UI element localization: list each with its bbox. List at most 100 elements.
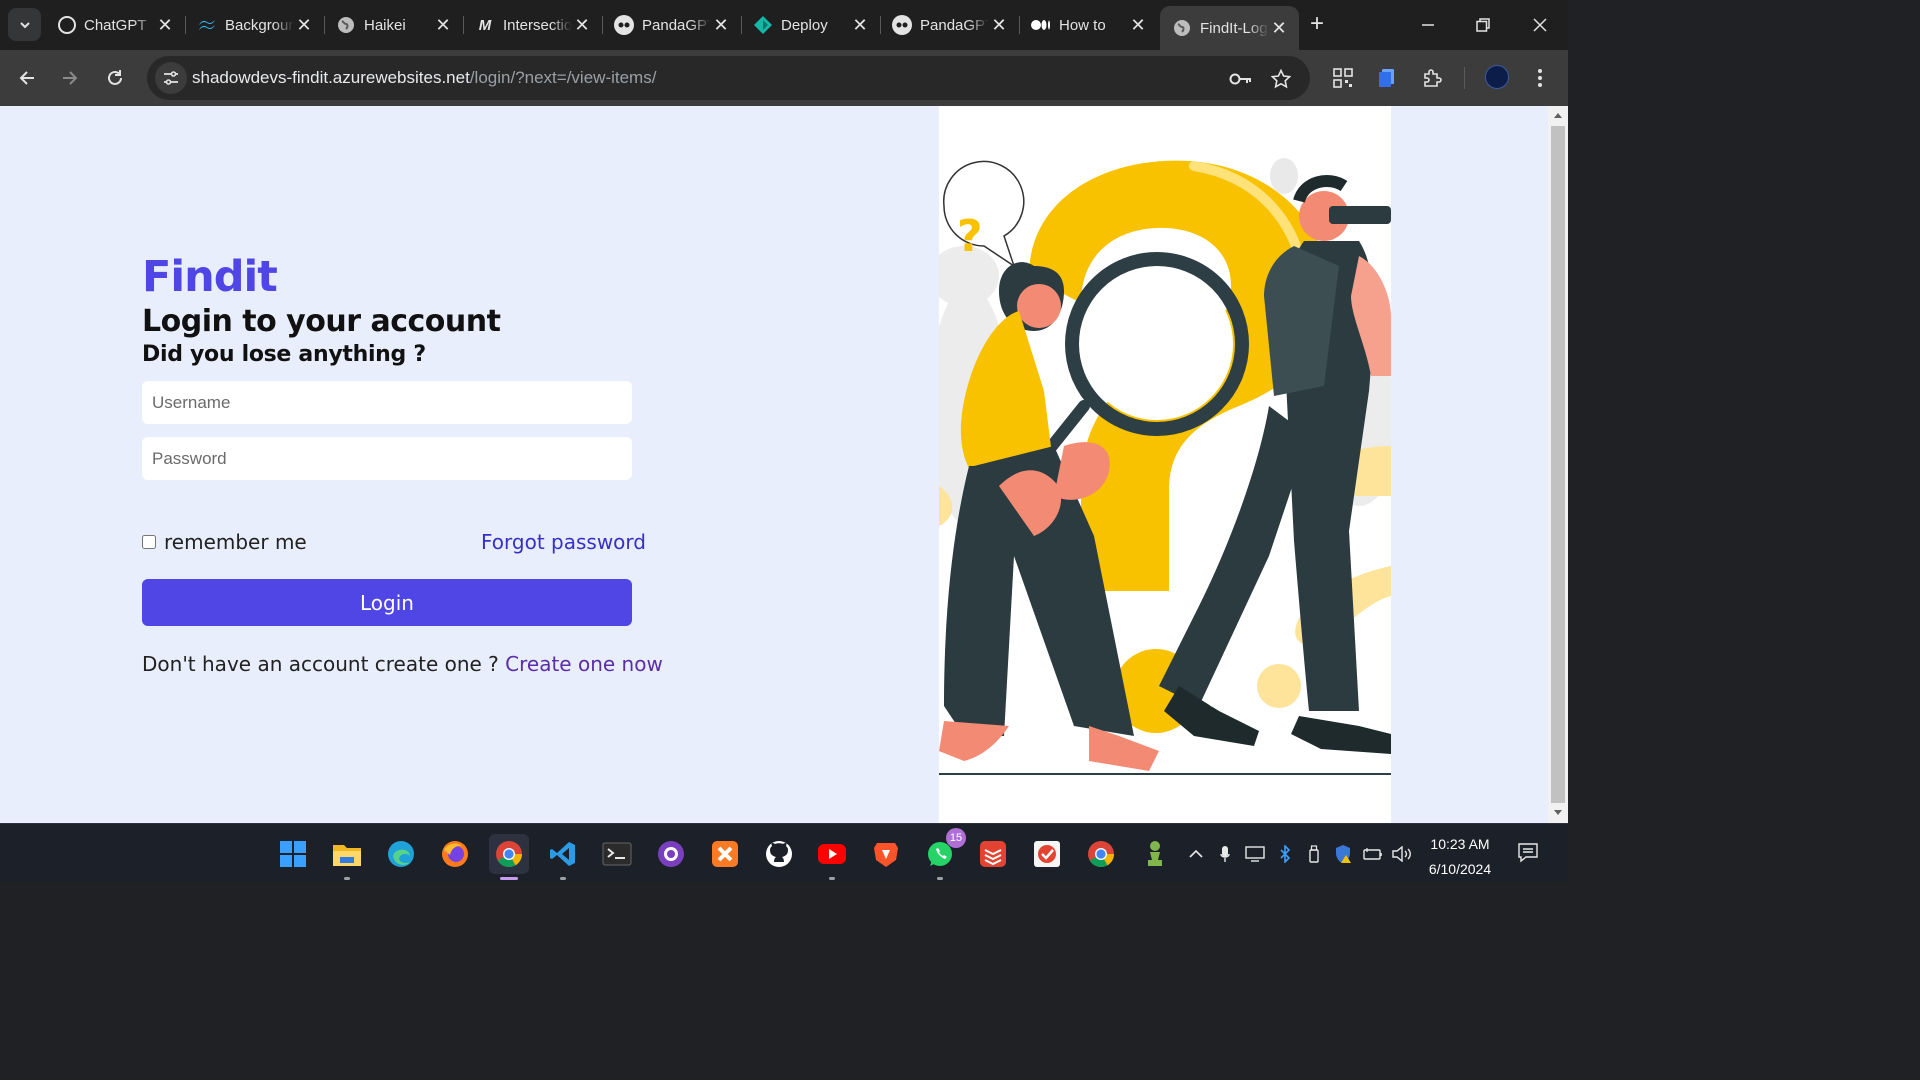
username-input[interactable] bbox=[142, 381, 632, 424]
system-clock[interactable]: 10:23 AM 6/10/2024 bbox=[1420, 832, 1500, 882]
tab-pandagpt-2[interactable]: PandaGPT ✕ bbox=[880, 6, 1019, 44]
bluetooth-tray[interactable] bbox=[1275, 844, 1295, 864]
taskbar-tasks[interactable] bbox=[1027, 834, 1067, 874]
tab-title: How to bbox=[1059, 16, 1106, 34]
remember-me-checkbox[interactable] bbox=[142, 535, 156, 549]
forgot-password-link[interactable]: Forgot password bbox=[481, 530, 646, 554]
tab-title: Intersection bbox=[503, 16, 572, 34]
network-tray[interactable] bbox=[1245, 844, 1265, 864]
tab-background[interactable]: Background ✕ bbox=[185, 6, 324, 44]
panda-icon bbox=[892, 15, 912, 35]
tab-how-to[interactable]: How to ✕ bbox=[1019, 6, 1158, 44]
taskbar-edge[interactable] bbox=[381, 834, 421, 874]
create-account-link[interactable]: Create one now bbox=[505, 652, 663, 676]
notification-center-button[interactable] bbox=[1517, 842, 1539, 864]
close-icon[interactable]: ✕ bbox=[433, 15, 453, 35]
scrollbar-thumb[interactable] bbox=[1551, 126, 1565, 803]
github-icon bbox=[766, 841, 792, 867]
taskbar-vscode[interactable] bbox=[543, 834, 583, 880]
extensions-button[interactable] bbox=[1419, 65, 1445, 91]
forward-button[interactable] bbox=[54, 62, 86, 94]
defender-tray[interactable] bbox=[1333, 844, 1353, 864]
windows-taskbar: 15 10:23 AM 6/10/2024 bbox=[0, 823, 1568, 882]
close-icon[interactable]: ✕ bbox=[294, 15, 314, 35]
minimize-button[interactable] bbox=[1413, 10, 1443, 40]
page-scrollbar[interactable] bbox=[1548, 106, 1568, 823]
tab-title: PandaGPT bbox=[920, 16, 989, 34]
taskbar-chess[interactable] bbox=[1135, 834, 1175, 874]
taskbar-xampp[interactable] bbox=[705, 834, 745, 874]
chatgpt-icon bbox=[58, 16, 76, 34]
taskbar-youtube[interactable] bbox=[812, 834, 852, 880]
site-info-button[interactable] bbox=[155, 62, 187, 94]
taskbar-chrome-active[interactable] bbox=[489, 834, 529, 880]
taskbar-github[interactable] bbox=[759, 834, 799, 874]
page-title: Login to your account bbox=[142, 304, 501, 339]
battery-tray[interactable] bbox=[1363, 844, 1383, 864]
restore-button[interactable] bbox=[1468, 10, 1498, 40]
notification-icon bbox=[1518, 843, 1538, 863]
show-hidden-icons[interactable] bbox=[1186, 844, 1206, 864]
search-illustration: ? bbox=[929, 106, 1399, 823]
tab-pandagpt[interactable]: PandaGPT ✕ bbox=[602, 6, 741, 44]
browser-toolbar: shadowdevs-findit.azurewebsites.net/logi… bbox=[0, 50, 1568, 106]
taskbar-firefox[interactable] bbox=[435, 834, 475, 874]
bookmark-button[interactable] bbox=[1269, 67, 1293, 91]
login-button[interactable]: Login bbox=[142, 579, 632, 626]
url-text: shadowdevs-findit.azurewebsites.net/logi… bbox=[192, 68, 656, 88]
taskbar-chrome-profile[interactable] bbox=[1081, 834, 1121, 874]
tab-haikei[interactable]: Haikei ✕ bbox=[324, 6, 463, 44]
address-bar[interactable]: shadowdevs-findit.azurewebsites.net/logi… bbox=[147, 56, 1310, 100]
taskbar-github-desktop[interactable] bbox=[651, 834, 691, 874]
profile-avatar[interactable] bbox=[1485, 65, 1509, 89]
taskbar-whatsapp[interactable]: 15 bbox=[920, 828, 966, 880]
m-icon: M bbox=[478, 16, 492, 34]
close-icon[interactable]: ✕ bbox=[1128, 15, 1148, 35]
screen: ChatGPT ✕ Background ✕ Haikei ✕ M Inters… bbox=[0, 0, 1568, 882]
taskbar-brave[interactable] bbox=[866, 834, 906, 874]
qr-extension-button[interactable] bbox=[1330, 65, 1356, 91]
volume-tray[interactable] bbox=[1392, 844, 1412, 864]
more-vertical-icon bbox=[1538, 69, 1542, 87]
findit-logo: Findit bbox=[142, 252, 278, 302]
microphone-tray[interactable] bbox=[1215, 844, 1235, 864]
close-window-button[interactable] bbox=[1525, 10, 1555, 40]
close-icon[interactable]: ✕ bbox=[989, 15, 1009, 35]
tab-search-button[interactable] bbox=[8, 8, 41, 41]
remember-me[interactable]: remember me bbox=[142, 530, 307, 554]
running-indicator bbox=[829, 877, 835, 880]
tune-icon bbox=[164, 71, 178, 85]
back-button[interactable] bbox=[11, 62, 43, 94]
new-tab-button[interactable]: + bbox=[1304, 12, 1330, 38]
password-key-button[interactable] bbox=[1229, 67, 1253, 91]
close-icon[interactable]: ✕ bbox=[572, 15, 592, 35]
windows-start-button[interactable] bbox=[273, 834, 313, 874]
microphone-icon bbox=[1220, 846, 1230, 862]
windows-start-icon bbox=[280, 841, 306, 867]
usb-tray[interactable] bbox=[1304, 844, 1324, 864]
tab-deploy[interactable]: Deploy ✕ bbox=[741, 6, 880, 44]
taskbar-todoist[interactable] bbox=[973, 834, 1013, 874]
close-icon[interactable]: ✕ bbox=[711, 15, 731, 35]
url-host: shadowdevs-findit.azurewebsites.net bbox=[192, 68, 470, 87]
taskbar-file-explorer[interactable] bbox=[327, 834, 367, 880]
taskbar-terminal[interactable] bbox=[597, 834, 637, 874]
clipboard-extension-button[interactable] bbox=[1374, 65, 1400, 91]
scroll-down-icon[interactable] bbox=[1553, 809, 1563, 817]
tab-intersection[interactable]: M Intersection ✕ bbox=[463, 6, 602, 44]
tab-title: PandaGPT bbox=[642, 16, 711, 34]
tab-findit-login[interactable]: FindIt-Login ✕ bbox=[1160, 6, 1299, 50]
reload-button[interactable] bbox=[99, 62, 131, 94]
key-icon bbox=[1229, 73, 1251, 85]
power-plug-icon bbox=[1363, 848, 1382, 860]
tab-chatgpt[interactable]: ChatGPT ✕ bbox=[46, 6, 185, 44]
close-icon[interactable]: ✕ bbox=[1269, 18, 1289, 38]
chevron-down-icon bbox=[19, 21, 30, 28]
scroll-up-icon[interactable] bbox=[1553, 111, 1563, 119]
browser-menu-button[interactable] bbox=[1527, 65, 1553, 91]
brave-icon bbox=[874, 843, 898, 867]
arrow-right-icon bbox=[63, 71, 78, 85]
close-icon[interactable]: ✕ bbox=[850, 15, 870, 35]
password-input[interactable] bbox=[142, 437, 632, 480]
close-icon[interactable]: ✕ bbox=[155, 15, 175, 35]
